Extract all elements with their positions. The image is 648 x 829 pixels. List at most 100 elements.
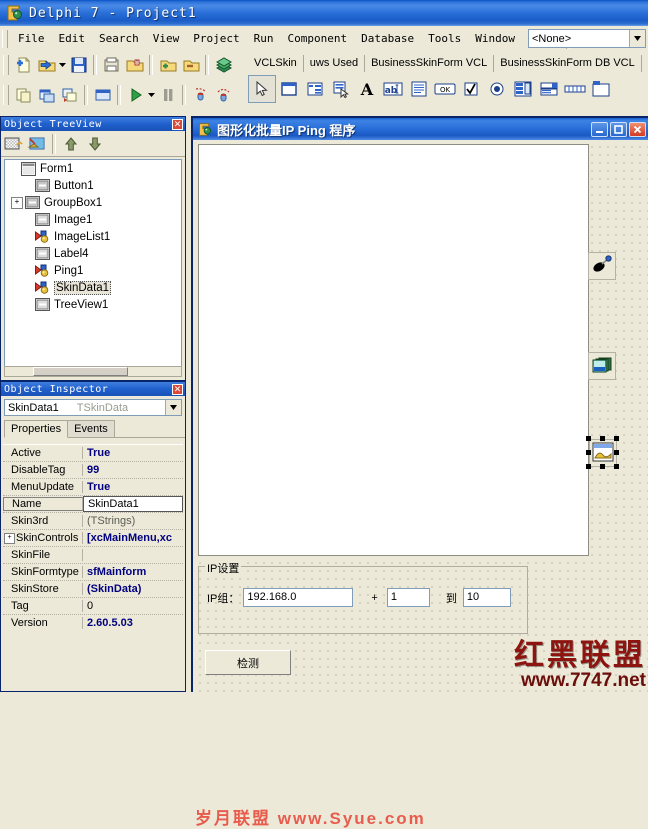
tree-node-treeview1[interactable]: TreeView1 xyxy=(5,296,181,313)
pause-button[interactable] xyxy=(156,84,179,106)
close-button[interactable] xyxy=(629,121,646,137)
palette-pointer[interactable] xyxy=(248,75,276,103)
tree-node-button1[interactable]: Button1 xyxy=(5,177,181,194)
property-value[interactable]: 2.60.5.03 xyxy=(83,617,183,629)
palette-popupmenu[interactable] xyxy=(328,76,354,102)
tab-uws-used[interactable]: uws Used xyxy=(304,55,366,72)
tab-properties[interactable]: Properties xyxy=(4,420,69,438)
ping-component[interactable] xyxy=(588,252,616,280)
menu-run[interactable]: Run xyxy=(247,29,281,48)
step-over-button[interactable] xyxy=(212,84,235,106)
maximize-button[interactable] xyxy=(610,121,627,137)
run-dropdown[interactable] xyxy=(147,84,156,106)
palette-scrollbar[interactable] xyxy=(562,76,588,102)
tab-businessskinform-db-vcl[interactable]: BusinessSkinForm DB VCL xyxy=(494,55,642,72)
tab-bus[interactable]: Bus xyxy=(642,55,648,72)
property-row-version[interactable]: Version 2.60.5.03 xyxy=(3,615,183,630)
tab-businessskinform-vcl[interactable]: BusinessSkinForm VCL xyxy=(365,55,495,72)
detect-button[interactable]: 检测 xyxy=(205,650,291,675)
property-value[interactable]: True xyxy=(83,447,183,459)
chevron-down-icon[interactable] xyxy=(165,400,181,415)
tree-node-label4[interactable]: Label4 xyxy=(5,245,181,262)
remove-file-button[interactable] xyxy=(179,54,202,76)
palette-edit[interactable]: ab xyxy=(380,76,406,102)
menu-view[interactable]: View xyxy=(146,29,187,48)
results-panel[interactable] xyxy=(198,144,589,556)
menu-window[interactable]: Window xyxy=(468,29,522,48)
form-client-area[interactable]: IP设置 IP组： 192.168.0 + 1 到 10 检测 岁月联盟 www… xyxy=(195,142,648,828)
open-button[interactable] xyxy=(35,54,58,76)
close-icon[interactable]: ✕ xyxy=(172,118,183,130)
save-all-button[interactable] xyxy=(100,54,123,76)
ip-end-input[interactable]: 10 xyxy=(462,588,511,607)
toolbar-grip[interactable] xyxy=(3,85,9,105)
object-treeview-caption[interactable]: Object TreeView ✕ xyxy=(1,117,185,131)
property-row-skinstore[interactable]: SkinStore (SkinData) xyxy=(3,581,183,598)
tree-node-ping1[interactable]: Ping1 xyxy=(5,262,181,279)
expand-icon[interactable]: + xyxy=(11,196,23,209)
property-value-editor[interactable]: SkinData1 xyxy=(83,496,183,512)
save-button[interactable] xyxy=(67,54,90,76)
view-unit-button[interactable] xyxy=(12,84,35,106)
palette-combobox[interactable] xyxy=(536,76,562,102)
arrow-down-icon[interactable] xyxy=(83,133,107,154)
toolbar-grip[interactable] xyxy=(3,55,9,75)
run-button[interactable] xyxy=(124,84,147,106)
tree-node-skindata1[interactable]: SkinData1 xyxy=(5,279,181,296)
chevron-down-icon[interactable] xyxy=(629,30,645,47)
tree-node-imagelist1[interactable]: ImageList1 xyxy=(5,228,181,245)
palette-mainmenu[interactable] xyxy=(302,76,328,102)
project-group-combo[interactable]: <None> xyxy=(528,29,646,48)
palette-listbox[interactable] xyxy=(510,76,536,102)
ip-start-input[interactable]: 1 xyxy=(386,588,430,607)
object-treeview-hscrollbar[interactable] xyxy=(4,366,182,377)
view-form-button[interactable] xyxy=(35,84,58,106)
palette-memo[interactable] xyxy=(406,76,432,102)
imagelist-component[interactable] xyxy=(588,352,616,380)
ip-base-input[interactable]: 192.168.0 xyxy=(243,588,354,607)
expand-icon[interactable]: + xyxy=(4,532,15,544)
new-button[interactable] xyxy=(12,54,35,76)
property-value[interactable]: 99 xyxy=(83,464,183,476)
skindata-component[interactable] xyxy=(586,436,619,469)
object-treeview-tree[interactable]: Form1 Button1 + GroupBox1 Image1 ImageLi… xyxy=(4,159,182,371)
tree-node-form1[interactable]: Form1 xyxy=(5,160,181,177)
main-titlebar[interactable]: Delphi 7 - Project1 xyxy=(0,0,648,26)
property-row-menuupdate[interactable]: MenuUpdate True xyxy=(3,479,183,496)
menu-database[interactable]: Database xyxy=(354,29,421,48)
trace-into-button[interactable] xyxy=(189,84,212,106)
menu-file[interactable]: File xyxy=(11,29,52,48)
property-value[interactable]: (TStrings) xyxy=(83,515,183,527)
object-inspector-caption[interactable]: Object Inspector ✕ xyxy=(1,382,185,396)
property-value[interactable]: sfMainform xyxy=(83,566,183,578)
open-dropdown[interactable] xyxy=(58,54,67,76)
palette-frames[interactable] xyxy=(276,76,302,102)
form-titlebar[interactable]: 图形化批量IP Ping 程序 xyxy=(193,118,648,140)
tab-vclskin[interactable]: VCLSkin xyxy=(248,55,304,72)
property-row-disabletag[interactable]: DisableTag 99 xyxy=(3,462,183,479)
delete-item-button[interactable] xyxy=(25,133,49,154)
property-row-tag[interactable]: Tag 0 xyxy=(3,598,183,615)
palette-checkbox[interactable] xyxy=(458,76,484,102)
arrow-up-icon[interactable] xyxy=(59,133,83,154)
menu-edit[interactable]: Edit xyxy=(52,29,93,48)
property-value[interactable]: True xyxy=(83,481,183,493)
menu-project[interactable]: Project xyxy=(186,29,246,48)
palette-label[interactable]: A xyxy=(354,76,380,102)
tree-node-groupbox1[interactable]: + GroupBox1 xyxy=(5,194,181,211)
property-value[interactable]: [xcMainMenu,xc xyxy=(83,532,183,544)
new-form-button[interactable] xyxy=(91,84,114,106)
menu-search[interactable]: Search xyxy=(92,29,146,48)
add-file-button[interactable] xyxy=(156,54,179,76)
property-row-skin3rd[interactable]: Skin3rd (TStrings) xyxy=(3,513,183,530)
palette-groupbox[interactable] xyxy=(588,76,614,102)
property-row-active[interactable]: Active True xyxy=(3,445,183,462)
help-button[interactable] xyxy=(212,54,235,76)
menu-tools[interactable]: Tools xyxy=(421,29,468,48)
property-row-skinformtype[interactable]: SkinFormtype sfMainform xyxy=(3,564,183,581)
open-project-button[interactable] xyxy=(123,54,146,76)
component-selector-combo[interactable]: SkinData1 TSkinData xyxy=(4,399,182,416)
property-row-skincontrols[interactable]: + SkinControls [xcMainMenu,xc xyxy=(3,530,183,547)
minimize-button[interactable] xyxy=(591,121,608,137)
property-row-skinfile[interactable]: SkinFile xyxy=(3,547,183,564)
